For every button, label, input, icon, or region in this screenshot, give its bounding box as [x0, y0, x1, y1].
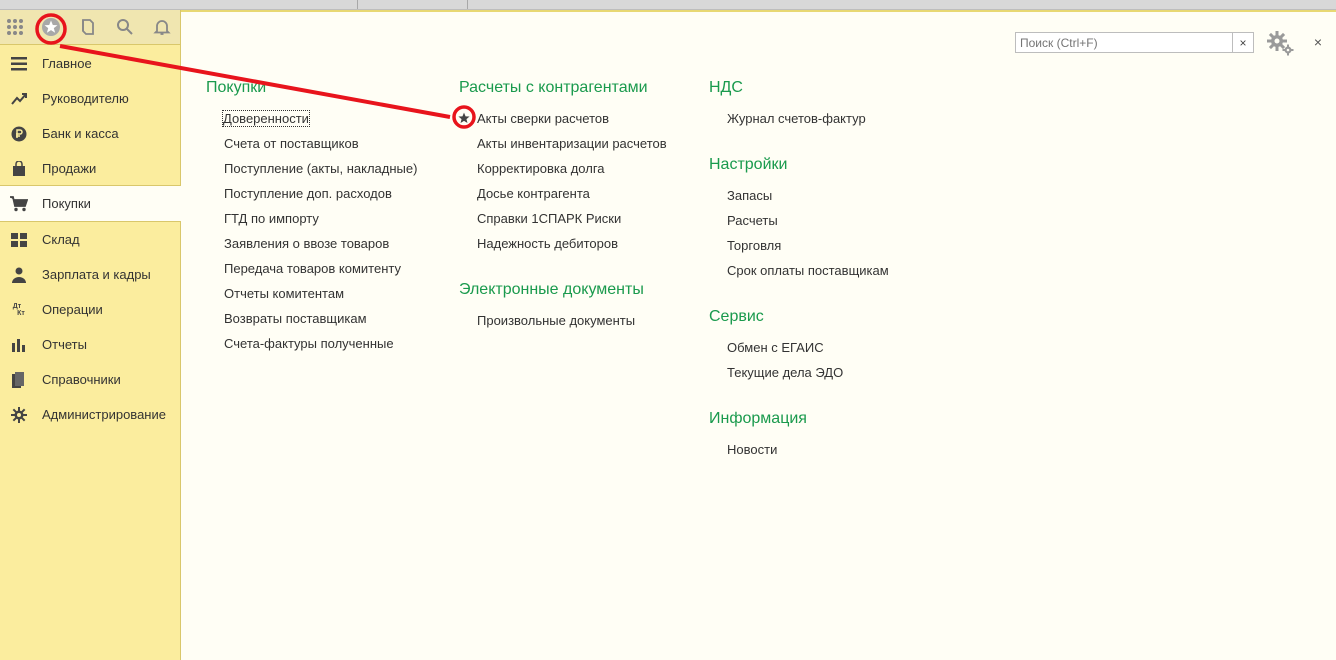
close-icon[interactable]: ×: [1311, 34, 1325, 50]
search-icon[interactable]: [114, 16, 136, 38]
sections-menu: Главное Руководителю Банк и касса Продаж…: [0, 46, 181, 432]
history-icon[interactable]: [77, 16, 99, 38]
link-powers-of-attorney[interactable]: Доверенности: [222, 110, 310, 127]
link-customs-declarations[interactable]: ГТД по импорту: [224, 211, 319, 226]
link-reconciliation-acts[interactable]: Акты сверки расчетов: [477, 111, 609, 126]
link-arbitrary-documents[interactable]: Произвольные документы: [477, 313, 635, 328]
sidebar-item-label: Операции: [42, 302, 103, 317]
link-news[interactable]: Новости: [727, 442, 777, 457]
link-spark-risks[interactable]: Справки 1СПАРК Риски: [477, 211, 621, 226]
section-title-edocs: Электронные документы: [459, 281, 644, 298]
sidebar-item-main[interactable]: Главное: [0, 46, 180, 81]
favorites-star-icon[interactable]: [40, 16, 62, 38]
link-payment-terms[interactable]: Срок оплаты поставщикам: [727, 263, 889, 278]
kt-label: Кт: [17, 310, 25, 317]
link-trade[interactable]: Торговля: [727, 238, 781, 253]
search-input[interactable]: [1016, 33, 1230, 52]
gear-icon: [10, 406, 28, 424]
sidebar-item-label: Руководителю: [42, 91, 129, 106]
sidebar-item-directories[interactable]: Справочники: [0, 362, 180, 397]
sidebar-item-operations[interactable]: Дт Кт Операции: [0, 292, 180, 327]
link-egais-exchange[interactable]: Обмен с ЕГАИС: [727, 340, 824, 355]
sidebar-item-label: Отчеты: [42, 337, 87, 352]
sidebar-item-label: Главное: [42, 56, 92, 71]
section-title-purchases: Покупки: [206, 79, 267, 96]
sidebar-item-reports[interactable]: Отчеты: [0, 327, 180, 362]
sidebar-item-label: Зарплата и кадры: [42, 267, 151, 282]
shopping-bag-icon: [10, 160, 28, 178]
search-box: [1015, 32, 1233, 53]
trend-up-icon: [10, 90, 28, 108]
section-title-settlements: Расчеты с контрагентами: [459, 79, 648, 96]
link-transfer-to-committent[interactable]: Передача товаров комитенту: [224, 261, 401, 276]
section-title-info: Информация: [709, 410, 807, 427]
sidebar-item-label: Администрирование: [42, 407, 166, 422]
section-content: × × Покупки Доверенности Счета от постав…: [181, 10, 1336, 660]
dt-label: Дт: [12, 303, 22, 310]
ruble-coin-icon: [10, 125, 28, 143]
apps-grid-icon[interactable]: [4, 16, 26, 38]
sidebar-item-hr[interactable]: Зарплата и кадры: [0, 257, 180, 292]
section-title-vat: НДС: [709, 79, 743, 96]
link-counterparty-dossier[interactable]: Досье контрагента: [477, 186, 590, 201]
sidebar-item-label: Покупки: [42, 196, 91, 211]
link-debt-adjustment[interactable]: Корректировка долга: [477, 161, 605, 176]
tab-separator: [357, 0, 358, 9]
toolbar: [0, 10, 180, 45]
sidebar-item-bank[interactable]: Банк и касса: [0, 116, 180, 151]
sidebar-item-label: Продажи: [42, 161, 97, 176]
link-supplier-returns[interactable]: Возвраты поставщикам: [224, 311, 367, 326]
link-additional-expenses[interactable]: Поступление доп. расходов: [224, 186, 392, 201]
sidebar-item-label: Банк и касса: [42, 126, 119, 141]
link-committent-reports[interactable]: Отчеты комитентам: [224, 286, 344, 301]
bar-chart-icon: [10, 336, 28, 354]
link-import-statements[interactable]: Заявления о ввозе товаров: [224, 236, 389, 251]
sidebar-item-manager[interactable]: Руководителю: [0, 81, 180, 116]
sidebar-item-label: Справочники: [42, 372, 121, 387]
link-debtor-reliability[interactable]: Надежность дебиторов: [477, 236, 618, 251]
settings-gear-icon[interactable]: [1266, 30, 1296, 56]
tab-separator: [467, 0, 468, 9]
sidebar-item-label: Склад: [42, 232, 80, 247]
link-settlements[interactable]: Расчеты: [727, 213, 778, 228]
sections-panel: Главное Руководителю Банк и касса Продаж…: [0, 10, 181, 660]
link-invoice-journal[interactable]: Журнал счетов-фактур: [727, 111, 866, 126]
hamburger-icon: [10, 55, 28, 73]
link-inventory-acts[interactable]: Акты инвентаризации расчетов: [477, 136, 667, 151]
link-inventory[interactable]: Запасы: [727, 188, 772, 203]
sidebar-item-admin[interactable]: Администрирование: [0, 397, 180, 432]
window-top-bar: [0, 0, 1336, 10]
sidebar-item-purchases[interactable]: Покупки: [0, 185, 181, 222]
person-icon: [10, 266, 28, 284]
link-received-invoices[interactable]: Счета-фактуры полученные: [224, 336, 394, 351]
cart-icon: [10, 195, 28, 213]
section-title-settings: Настройки: [709, 156, 788, 173]
favorite-star-icon[interactable]: [458, 112, 470, 124]
notifications-bell-icon[interactable]: [151, 16, 173, 38]
section-title-service: Сервис: [709, 308, 764, 325]
link-edo-tasks[interactable]: Текущие дела ЭДО: [727, 365, 843, 380]
dt-kt-icon: Дт Кт: [10, 301, 28, 319]
sidebar-item-sales[interactable]: Продажи: [0, 151, 180, 186]
search-clear-button[interactable]: ×: [1233, 32, 1254, 53]
sidebar-item-warehouse[interactable]: Склад: [0, 222, 180, 257]
books-icon: [10, 371, 28, 389]
warehouse-grid-icon: [10, 231, 28, 249]
link-receipts[interactable]: Поступление (акты, накладные): [224, 161, 417, 176]
link-supplier-invoices[interactable]: Счета от поставщиков: [224, 136, 359, 151]
